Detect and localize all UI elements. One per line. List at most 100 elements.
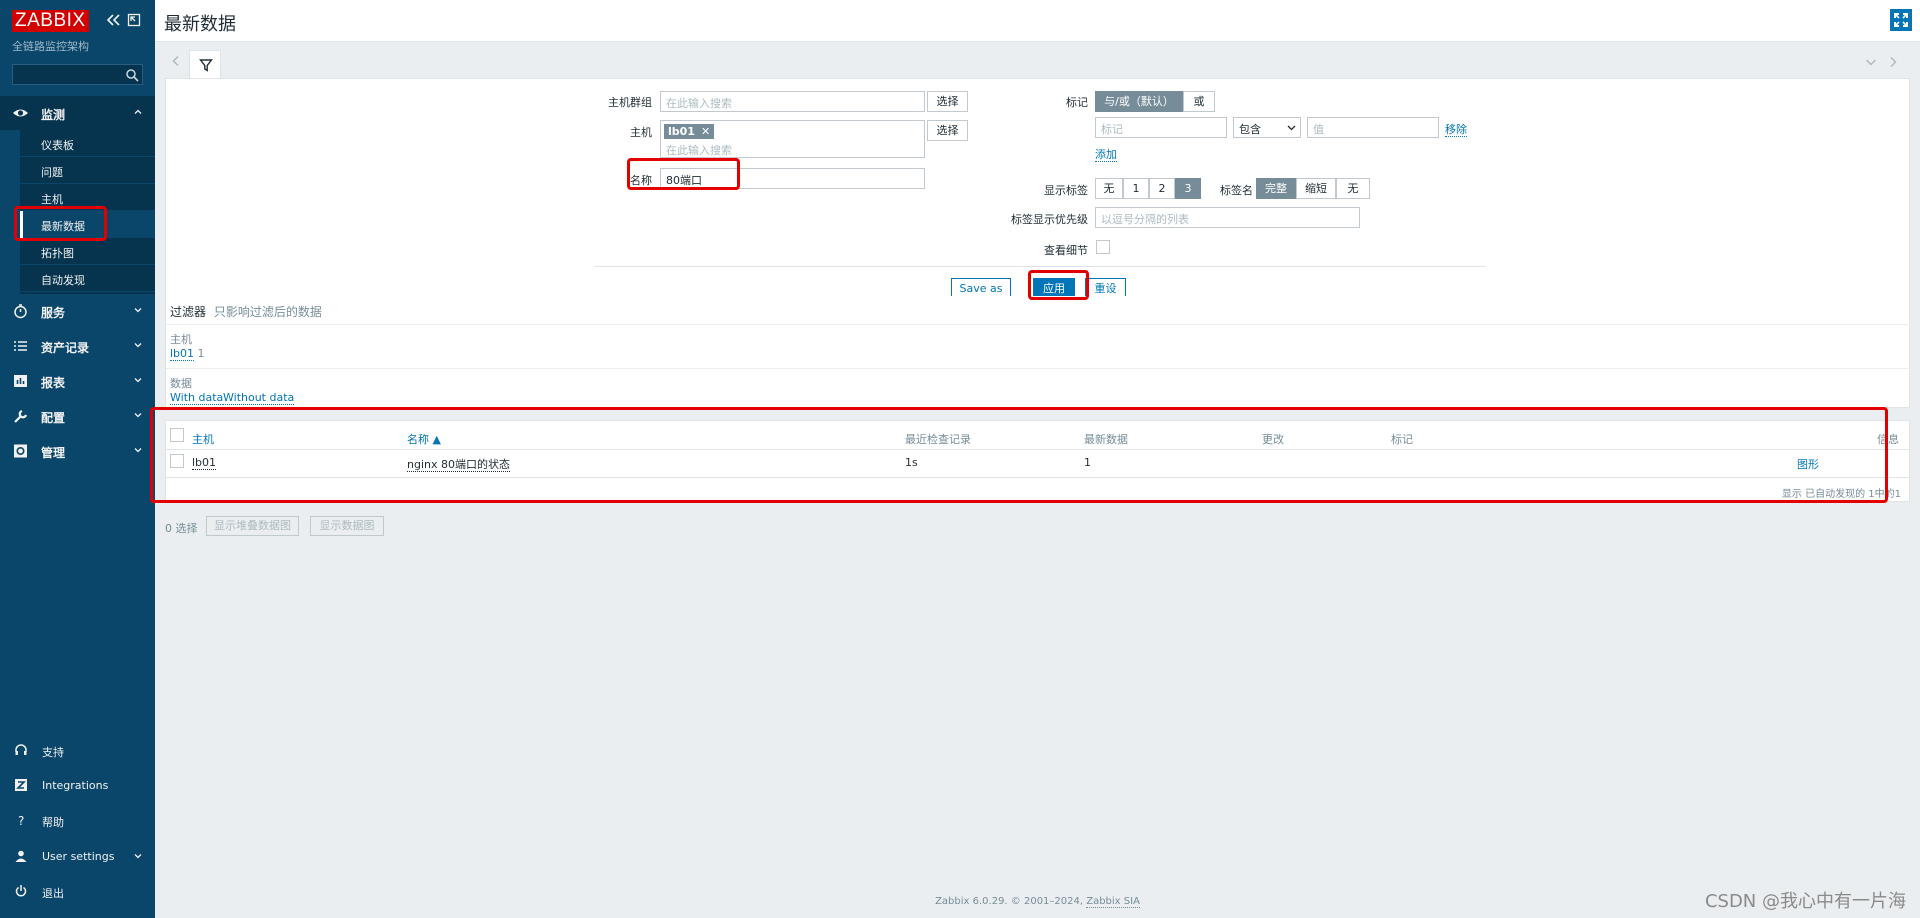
host-chip: lb01 ✕ bbox=[664, 124, 715, 139]
subfilter-divider bbox=[166, 324, 1911, 325]
host-group-select-button[interactable]: 选择 bbox=[927, 91, 968, 112]
tags-op-and-or[interactable]: 与/或（默认） bbox=[1095, 91, 1183, 112]
nav-support[interactable]: 支持 bbox=[0, 735, 155, 765]
show-details-checkbox[interactable] bbox=[1096, 240, 1110, 254]
nav-user-settings[interactable]: User settings bbox=[0, 841, 155, 871]
integrations-icon bbox=[15, 779, 27, 791]
table-divider bbox=[166, 449, 1911, 450]
tag-name-none[interactable]: 无 bbox=[1336, 178, 1370, 199]
show-tags-1[interactable]: 1 bbox=[1123, 178, 1149, 199]
tag-name-label: 标签名 bbox=[1220, 184, 1253, 197]
chip-close-icon[interactable]: ✕ bbox=[701, 124, 710, 139]
nav-administration[interactable]: 管理 bbox=[0, 434, 155, 468]
kiosk-mode-icon[interactable] bbox=[126, 12, 142, 28]
submenu-hosts[interactable]: 主机 bbox=[20, 184, 155, 211]
selected-count: 0 选择 bbox=[165, 522, 198, 535]
footer-company-link[interactable]: Zabbix SIA bbox=[1086, 896, 1140, 908]
host-multiselect[interactable]: lb01 ✕ 在此输入搜索 bbox=[660, 120, 925, 158]
show-details-label: 查看细节 bbox=[1044, 244, 1088, 257]
nav-logout[interactable]: 退出 bbox=[0, 876, 155, 906]
bar-chart-icon bbox=[14, 375, 27, 387]
headset-icon bbox=[15, 744, 27, 755]
tag-priority-input[interactable]: 以逗号分隔的列表 bbox=[1095, 207, 1360, 228]
submenu-problems[interactable]: 问题 bbox=[20, 157, 155, 184]
gear-icon bbox=[14, 444, 27, 458]
row-last-check: 1s bbox=[905, 456, 918, 469]
tab-filter[interactable] bbox=[189, 50, 221, 80]
nav-integrations[interactable]: Integrations bbox=[0, 770, 155, 800]
graph-button[interactable]: 显示数据图 bbox=[310, 516, 384, 536]
wrench-icon bbox=[14, 409, 28, 423]
latest-data-table: 主机 名称 ▲ 最近检查记录 最新数据 更改 标记 信息 lb01 nginx … bbox=[165, 420, 1911, 502]
host-label: 主机 bbox=[630, 126, 652, 139]
host-search-placeholder: 在此输入搜索 bbox=[666, 144, 732, 157]
submenu-dashboard[interactable]: 仪表板 bbox=[20, 130, 155, 157]
tag-operator-select[interactable]: 包含 bbox=[1233, 117, 1301, 138]
show-tags-3[interactable]: 3 bbox=[1175, 178, 1201, 199]
tag-name-full[interactable]: 完整 bbox=[1256, 178, 1296, 199]
stacked-graph-button[interactable]: 显示堆叠数据图 bbox=[206, 516, 299, 536]
nav-monitoring[interactable]: 监测 bbox=[0, 96, 155, 130]
subfilter-without-data[interactable]: Without data bbox=[223, 391, 295, 405]
nav-inventory[interactable]: 资产记录 bbox=[0, 329, 155, 363]
show-tags-2[interactable]: 2 bbox=[1149, 178, 1175, 199]
list-icon bbox=[14, 341, 27, 351]
name-label: 名称 bbox=[630, 174, 652, 187]
nav-configuration[interactable]: 配置 bbox=[0, 399, 155, 433]
nav-monitoring-label: 监测 bbox=[41, 108, 66, 122]
collapse-sidebar-icon[interactable] bbox=[104, 11, 122, 29]
submenu-discovery[interactable]: 自动发现 bbox=[20, 265, 155, 292]
fullscreen-button[interactable] bbox=[1890, 9, 1912, 31]
chevron-down-icon[interactable] bbox=[1864, 55, 1878, 69]
tag-priority-label: 标签显示优先级 bbox=[1011, 213, 1088, 226]
eye-icon bbox=[13, 109, 28, 117]
column-info: 信息 bbox=[1877, 433, 1899, 446]
row-last-value: 1 bbox=[1084, 456, 1091, 469]
tags-op-or[interactable]: 或 bbox=[1183, 91, 1215, 112]
table-divider bbox=[166, 477, 1911, 478]
column-tags: 标记 bbox=[1391, 433, 1413, 446]
chevron-down-icon bbox=[134, 378, 142, 383]
host-select-button[interactable]: 选择 bbox=[927, 120, 968, 141]
search-icon[interactable] bbox=[125, 68, 139, 82]
submenu-maps[interactable]: 拓扑图 bbox=[20, 238, 155, 265]
row-graph-link[interactable]: 图形 bbox=[1797, 456, 1819, 472]
stopwatch-icon bbox=[14, 304, 27, 319]
chevron-down-icon bbox=[1287, 125, 1296, 131]
tag-input[interactable]: 标记 bbox=[1095, 117, 1227, 138]
sidebar-search-input[interactable] bbox=[12, 64, 143, 85]
show-tags-none[interactable]: 无 bbox=[1095, 178, 1123, 199]
filter-divider bbox=[595, 266, 1485, 267]
zabbix-logo[interactable]: ZABBIX bbox=[12, 10, 89, 32]
nav-services[interactable]: 服务 bbox=[0, 294, 155, 328]
tag-name-short[interactable]: 缩短 bbox=[1296, 178, 1336, 199]
chevron-right-icon[interactable] bbox=[1886, 55, 1900, 69]
subfilter-header: 过滤器 只影响过滤后的数据 bbox=[170, 305, 322, 319]
page-header: 最新数据 bbox=[155, 0, 1920, 42]
remove-tag-link[interactable]: 移除 bbox=[1445, 121, 1467, 137]
column-name[interactable]: 名称 ▲ bbox=[407, 431, 441, 447]
subfilter-with-data[interactable]: With data bbox=[170, 391, 224, 405]
user-icon bbox=[15, 850, 27, 862]
tag-value-input[interactable]: 值 bbox=[1307, 117, 1439, 138]
row-host[interactable]: lb01 bbox=[192, 456, 217, 470]
chevron-left-icon[interactable] bbox=[169, 54, 183, 68]
chevron-down-icon bbox=[134, 308, 142, 313]
nav-reports[interactable]: 报表 bbox=[0, 364, 155, 398]
chevron-up-icon bbox=[134, 109, 142, 114]
subfilter-host-item[interactable]: lb01 1 bbox=[170, 347, 205, 361]
chevron-down-icon bbox=[134, 343, 142, 348]
row-checkbox[interactable] bbox=[170, 454, 184, 468]
host-group-input[interactable]: 在此输入搜索 bbox=[660, 91, 925, 112]
subfilter-divider bbox=[166, 368, 1911, 369]
name-input[interactable]: 80端口 bbox=[660, 168, 925, 189]
csdn-watermark: CSDN @我心中有一片海 bbox=[1704, 891, 1906, 912]
row-item-name[interactable]: nginx 80端口的状态 bbox=[407, 456, 510, 472]
add-tag-link[interactable]: 添加 bbox=[1095, 146, 1117, 162]
select-all-checkbox[interactable] bbox=[170, 428, 184, 442]
nav-help[interactable]: ? 帮助 bbox=[0, 805, 155, 835]
column-change: 更改 bbox=[1262, 433, 1284, 446]
submenu-latest-data[interactable]: 最新数据 bbox=[20, 211, 155, 238]
column-host[interactable]: 主机 bbox=[192, 431, 214, 447]
chevron-down-icon bbox=[134, 448, 142, 453]
